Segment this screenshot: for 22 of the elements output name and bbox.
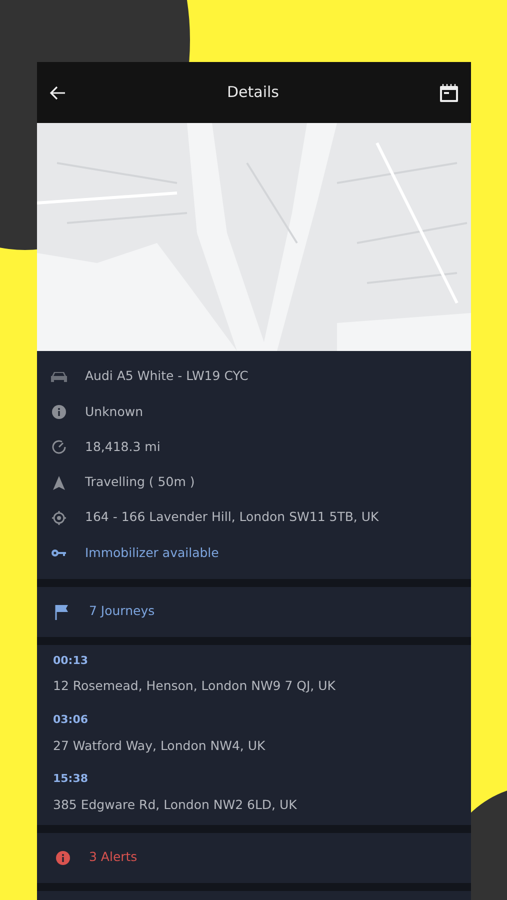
alerts-label: 3 Alerts bbox=[89, 848, 138, 866]
journey-time: 00:13 bbox=[53, 652, 90, 669]
journey-time: 03:06 bbox=[53, 712, 90, 728]
journeys-label: 7 Journeys bbox=[89, 602, 155, 620]
journeys-row[interactable]: 7 Journeys bbox=[37, 586, 471, 637]
info-text: Audi A5 White - LW19 CYC bbox=[85, 367, 248, 386]
immobilizer-link[interactable]: Immobilizer available bbox=[85, 544, 219, 562]
journey-address: 12 Rosemead, Henson, London NW9 7 QJ, UK bbox=[53, 677, 336, 696]
info-text: 164 - 166 Lavender Hill, London SW11 5TB, UK bbox=[85, 508, 379, 526]
calendar-icon bbox=[438, 82, 459, 102]
journey-address: 385 Edgware Rd, London NW2 6LD, UK bbox=[53, 796, 298, 814]
back-arrow-icon bbox=[49, 84, 67, 100]
info-icon bbox=[49, 404, 69, 420]
journey-address: 27 Watford Way, London NW4, UK bbox=[53, 736, 266, 755]
journey-time: 15:38 bbox=[53, 771, 90, 788]
location-icon bbox=[49, 510, 69, 526]
screen-title: Details bbox=[226, 82, 279, 104]
alerts-row[interactable]: 3 Alerts bbox=[37, 832, 471, 883]
info-text: Travelling ( 50m ) bbox=[85, 473, 195, 492]
alert-icon bbox=[53, 850, 73, 866]
info-text: 18,418.3 mi bbox=[85, 438, 160, 456]
info-text: Unknown bbox=[85, 402, 144, 421]
